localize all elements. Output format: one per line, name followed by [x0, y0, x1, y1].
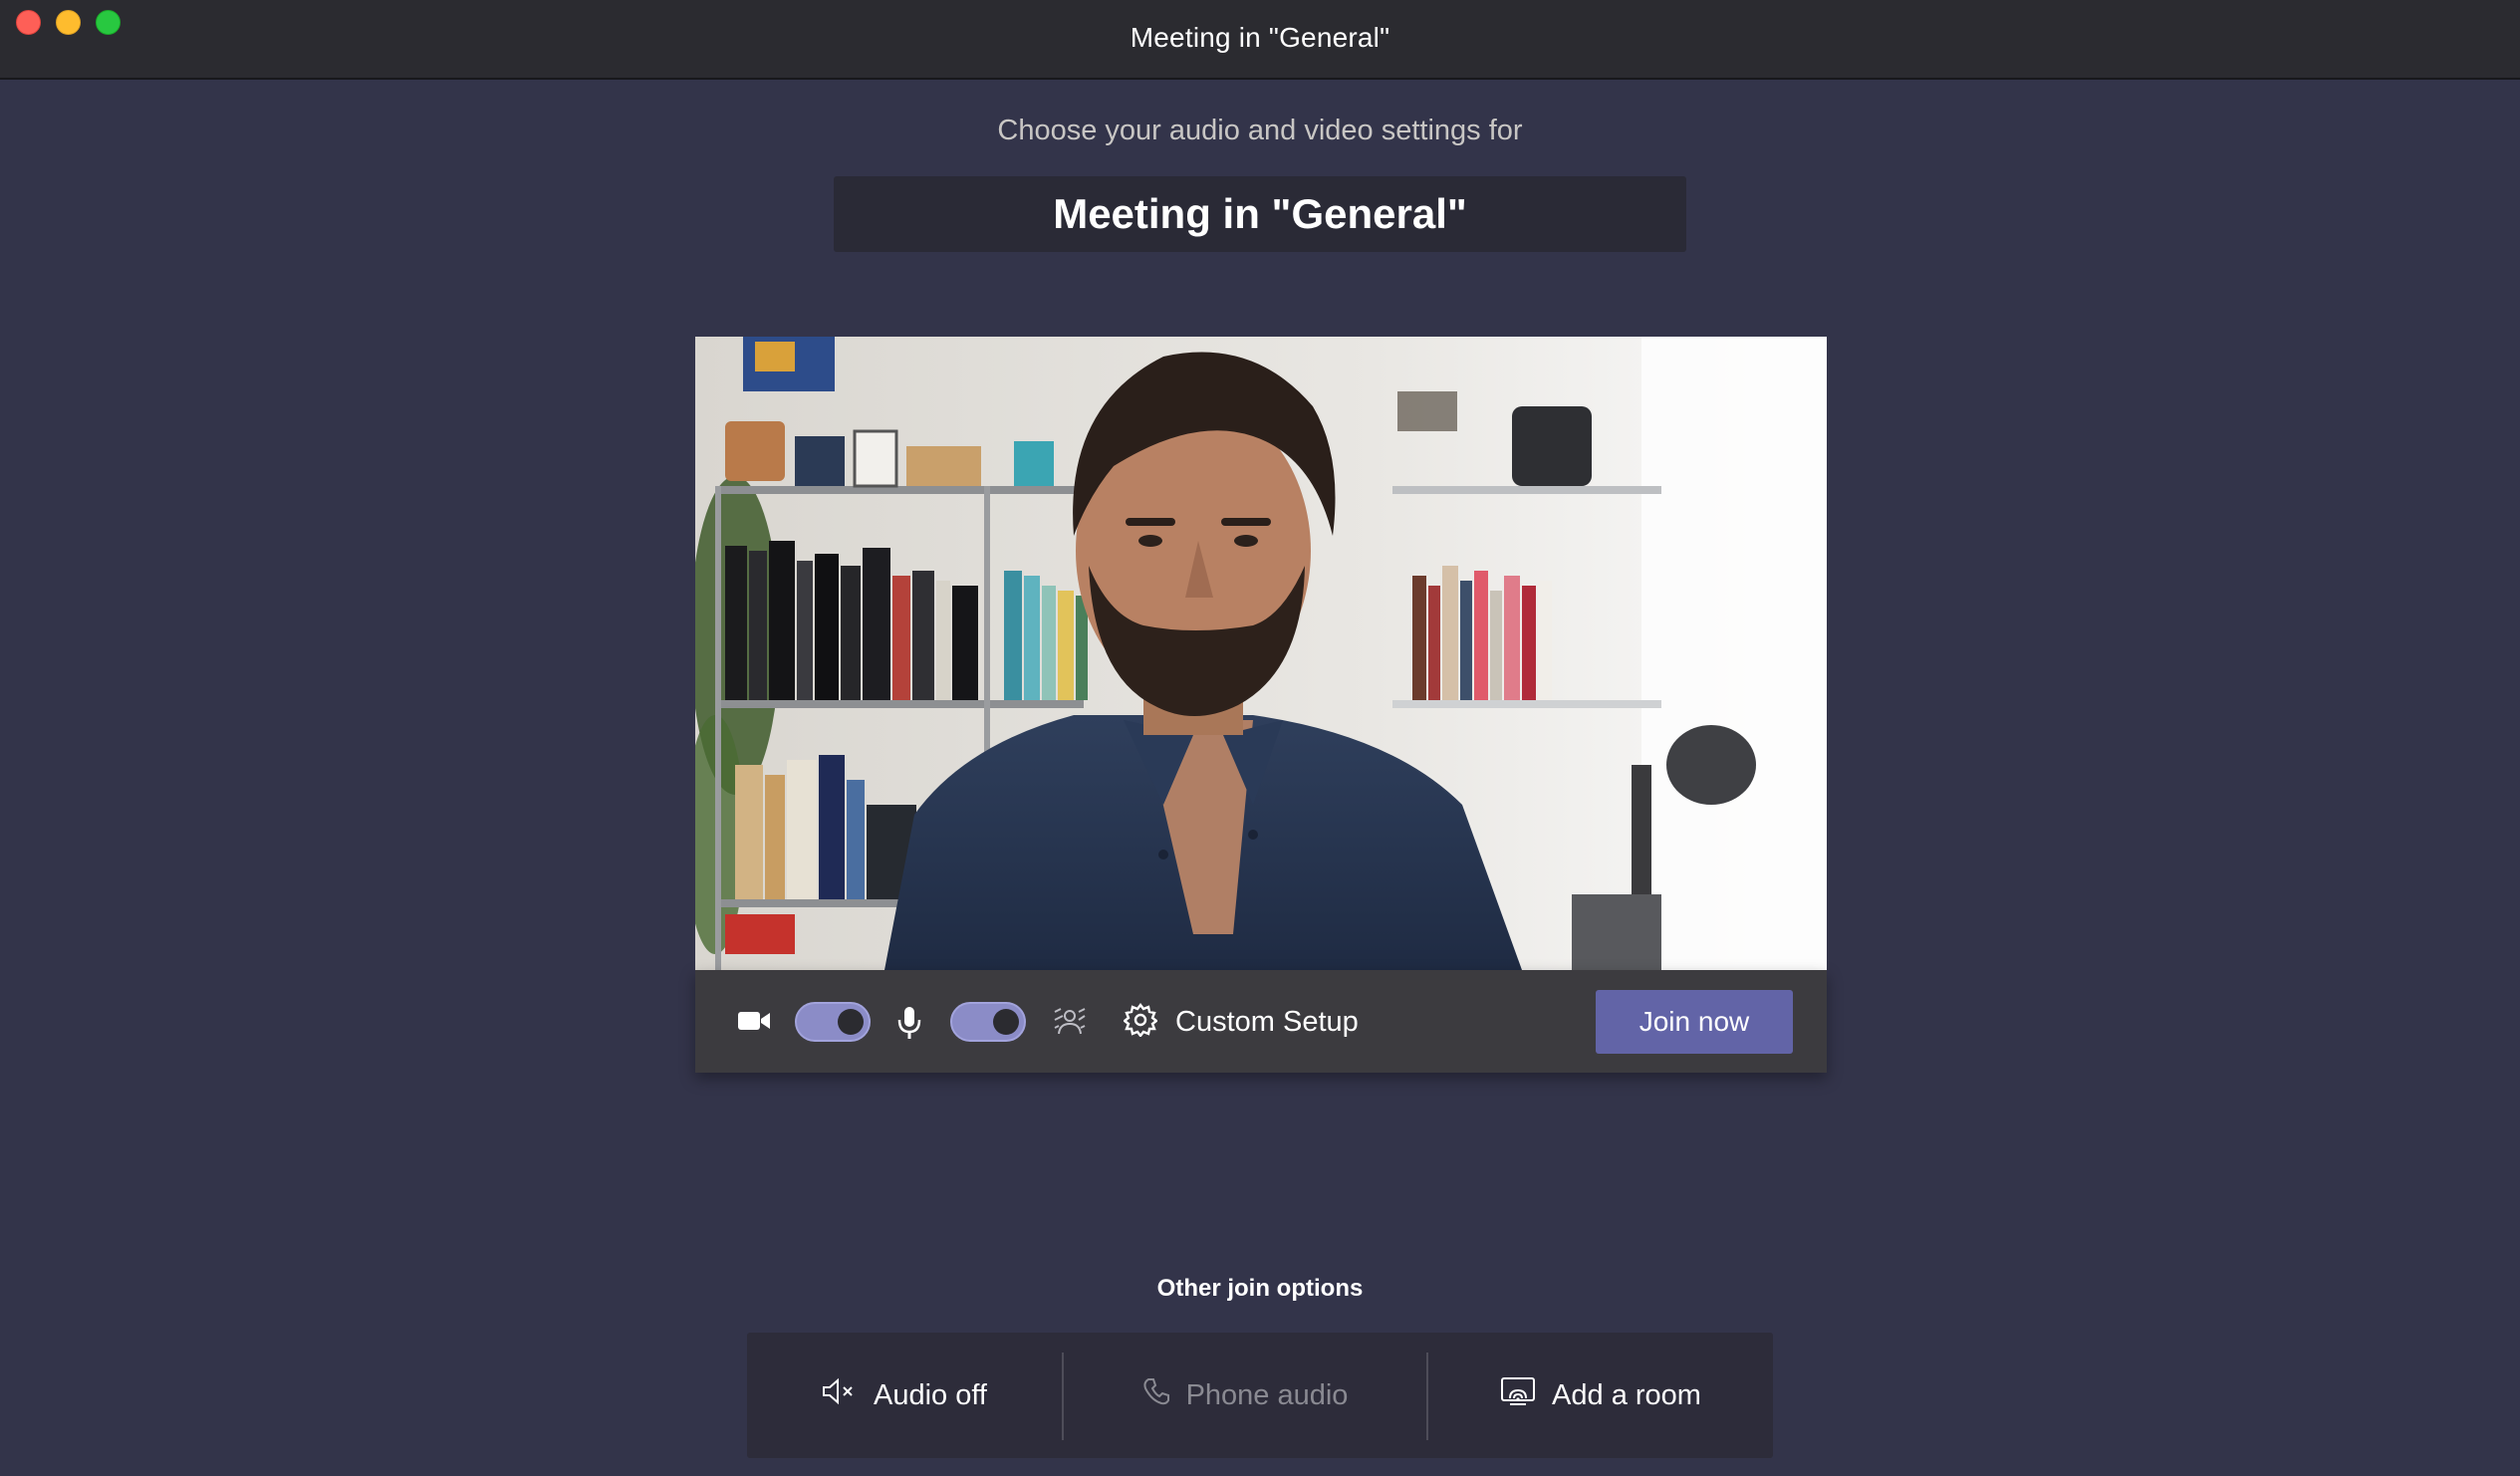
- add-room-label: Add a room: [1552, 1378, 1701, 1411]
- other-join-options-bar: Audio off Phone audio Add a room: [747, 1333, 1773, 1458]
- meeting-name-box: Meeting in "General": [834, 176, 1686, 252]
- gear-icon: [1123, 1002, 1158, 1042]
- cast-room-icon: [1500, 1376, 1536, 1414]
- join-now-button[interactable]: Join now: [1596, 990, 1793, 1054]
- phone-audio-label: Phone audio: [1185, 1378, 1349, 1411]
- speaker-muted-icon: [822, 1377, 858, 1413]
- settings-subtitle: Choose your audio and video settings for: [997, 115, 1523, 146]
- video-preview: [695, 337, 1827, 970]
- device-controls-bar: Custom Setup Join now: [695, 970, 1827, 1073]
- camera-toggle[interactable]: [795, 1002, 871, 1042]
- phone-icon: [1142, 1377, 1170, 1413]
- microphone-toggle-knob: [993, 1009, 1019, 1035]
- custom-setup-button[interactable]: Custom Setup: [1123, 1000, 1359, 1044]
- video-camera-icon: [737, 1008, 771, 1039]
- title-bar: Meeting in "General": [0, 0, 2520, 80]
- microphone-icon: [896, 1006, 922, 1045]
- phone-audio-option[interactable]: Phone audio: [1064, 1333, 1426, 1458]
- meeting-name: Meeting in "General": [1053, 190, 1467, 237]
- camera-toggle-knob: [838, 1009, 864, 1035]
- custom-setup-label: Custom Setup: [1175, 1005, 1359, 1038]
- app-window: Meeting in "General" Choose your audio a…: [0, 0, 2520, 1476]
- other-join-options-title: Other join options: [1156, 1275, 1364, 1302]
- audio-off-label: Audio off: [874, 1378, 987, 1411]
- window-title: Meeting in "General": [1130, 22, 1390, 53]
- add-room-option[interactable]: Add a room: [1428, 1333, 1773, 1458]
- camera-feed-image: [695, 337, 1827, 970]
- audio-off-option[interactable]: Audio off: [747, 1333, 1062, 1458]
- background-blur-icon[interactable]: [1054, 1008, 1086, 1041]
- microphone-toggle[interactable]: [950, 1002, 1026, 1042]
